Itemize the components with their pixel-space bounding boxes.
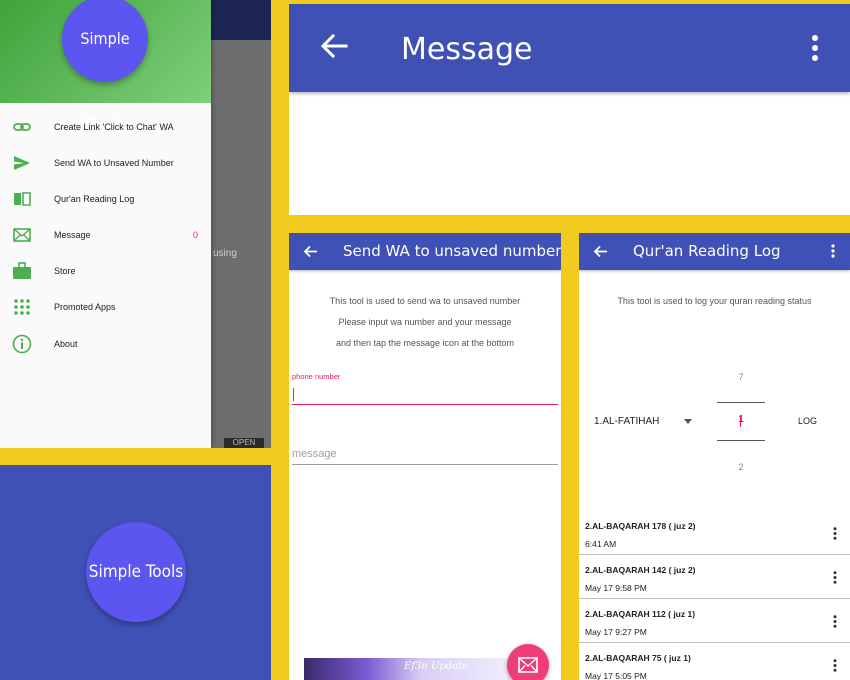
page-title: Message (401, 32, 533, 67)
send-wa-appbar: Send WA to unsaved number (289, 233, 561, 270)
log-item-title: 2.AL-BAQARAH 178 ( juz 2) (585, 521, 696, 531)
back-arrow-icon[interactable] (319, 31, 349, 61)
log-list-item[interactable]: 2.AL-BAQARAH 178 ( juz 2) 6:41 AM (579, 511, 850, 555)
description-line: and then tap the message icon at the bot… (335, 338, 515, 348)
message-appbar: Message (289, 4, 850, 92)
back-arrow-icon[interactable] (593, 244, 608, 259)
log-item-time: May 17 5:05 PM (585, 671, 647, 680)
surah-dropdown[interactable]: 1.AL-FATIHAH (594, 416, 659, 427)
description-line: Please input wa number and your message (338, 317, 512, 327)
back-arrow-icon[interactable] (303, 244, 318, 259)
text-caret (293, 388, 294, 401)
picker-divider (717, 402, 765, 403)
quran-log-appbar: Qur'an Reading Log (579, 233, 850, 270)
overflow-menu-icon[interactable] (831, 244, 835, 258)
number-picker-current[interactable]: 1 (717, 414, 765, 425)
drawer-header: Simple Tools (0, 0, 211, 134)
menu-item-label: Promoted Apps (54, 302, 116, 312)
log-button[interactable]: LOG (798, 416, 817, 426)
navigation-drawer: Simple Tools Create Link 'Click to Chat'… (0, 0, 211, 448)
log-item-time: May 17 9:27 PM (585, 627, 647, 637)
splash-screenshot: Simple Tools (0, 465, 271, 680)
menu-item-create-link[interactable]: Create Link 'Click to Chat' WA (0, 109, 211, 145)
mail-icon (518, 657, 538, 673)
menu-item-label: Store (54, 266, 76, 276)
log-list-item[interactable]: 2.AL-BAQARAH 75 ( juz 1) May 17 5:05 PM (579, 643, 850, 680)
info-icon (12, 334, 32, 354)
number-picker-prev[interactable]: 7 (717, 372, 765, 382)
log-item-title: 2.AL-BAQARAH 112 ( juz 1) (585, 609, 696, 619)
ad-banner[interactable]: Ef3n Update (304, 658, 516, 680)
splash-logo: Simple Tools (86, 522, 186, 622)
message-screenshot: Message (289, 4, 850, 215)
send-icon (12, 153, 32, 173)
description-line: This tool is used to send wa to unsaved … (329, 296, 521, 306)
picker-divider (717, 440, 765, 441)
item-menu-icon[interactable] (833, 527, 837, 540)
message-input[interactable]: message (292, 445, 558, 465)
log-item-title: 2.AL-BAQARAH 142 ( juz 2) (585, 565, 696, 575)
mail-icon (12, 225, 32, 245)
background-text: using (213, 248, 237, 259)
menu-item-label: Create Link 'Click to Chat' WA (54, 122, 174, 132)
book-icon (12, 189, 32, 209)
send-wa-screenshot: Send WA to unsaved number This tool is u… (289, 233, 561, 680)
menu-item-label: Qur'an Reading Log (54, 194, 135, 204)
item-menu-icon[interactable] (833, 615, 837, 628)
overflow-menu-icon[interactable] (811, 34, 819, 62)
dropdown-arrow-icon[interactable] (684, 419, 692, 424)
message-count-badge: 0 (193, 230, 199, 240)
item-menu-icon[interactable] (833, 571, 837, 584)
quran-log-screenshot: Qur'an Reading Log This tool is used to … (579, 233, 850, 680)
description-text: This tool is used to log your quran read… (617, 296, 812, 306)
log-item-time: 6:41 AM (585, 539, 617, 549)
text-caret (740, 415, 741, 427)
store-icon (12, 261, 32, 281)
drawer-screenshot: using OPEN Simple Tools Create Link 'Cli… (0, 0, 271, 448)
item-menu-icon[interactable] (833, 659, 837, 672)
menu-item-about[interactable]: About (0, 326, 211, 362)
send-message-fab[interactable] (507, 644, 549, 680)
phone-number-input[interactable] (292, 385, 558, 405)
menu-item-message[interactable]: Message 0 (0, 217, 211, 253)
menu-item-send-wa[interactable]: Send WA to Unsaved Number (0, 145, 211, 181)
log-list-item[interactable]: 2.AL-BAQARAH 112 ( juz 1) May 17 9:27 PM (579, 599, 850, 643)
phone-number-label: phone number (292, 372, 341, 381)
apps-grid-icon (12, 297, 32, 317)
menu-item-label: Send WA to Unsaved Number (54, 158, 174, 168)
page-title: Qur'an Reading Log (633, 242, 781, 260)
menu-item-store[interactable]: Store (0, 253, 211, 289)
app-logo: Simple Tools (62, 0, 148, 134)
page-title: Send WA to unsaved number (343, 242, 561, 260)
number-picker-next[interactable]: 2 (717, 462, 765, 472)
log-item-time: May 17 9:58 PM (585, 583, 647, 593)
link-icon (12, 117, 32, 137)
menu-item-label: About (54, 339, 78, 349)
log-item-title: 2.AL-BAQARAH 75 ( juz 1) (585, 653, 691, 663)
ad-text: Ef3n Update (404, 661, 469, 672)
menu-item-promoted-apps[interactable]: Promoted Apps (0, 289, 211, 325)
menu-item-quran-log[interactable]: Qur'an Reading Log (0, 181, 211, 217)
log-list-item[interactable]: 2.AL-BAQARAH 142 ( juz 2) May 17 9:58 PM (579, 555, 850, 599)
menu-item-label: Message (54, 230, 91, 240)
background-open-button[interactable]: OPEN (224, 438, 264, 448)
